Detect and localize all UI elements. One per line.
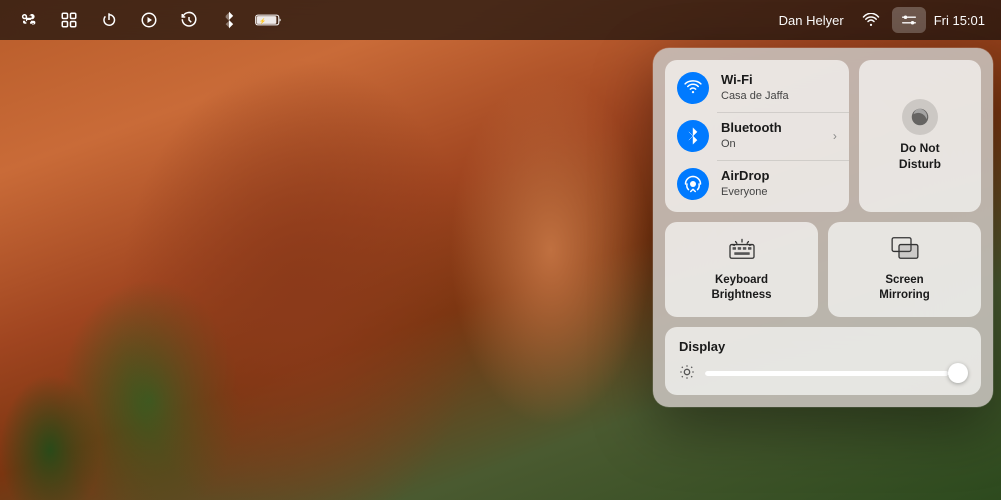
airdrop-subtitle: Everyone (721, 185, 837, 199)
wifi-item[interactable]: Wi-Fi Casa de Jaffa (665, 64, 849, 112)
display-title: Display (679, 339, 967, 354)
connectivity-panel: Wi-Fi Casa de Jaffa Bluetooth On › (665, 60, 849, 212)
airdrop-text: AirDrop Everyone (721, 168, 837, 199)
bluetooth-chevron-icon: › (833, 129, 837, 143)
bluetooth-text: Bluetooth On (721, 120, 821, 151)
menubar: ⚡ Dan Helyer Fri 15:01 (0, 0, 1001, 40)
brightness-thumb (948, 363, 968, 383)
screen-mirroring-label: Screen Mirroring (879, 273, 929, 303)
display-section: Display (665, 327, 981, 395)
cc-top-row: Wi-Fi Casa de Jaffa Bluetooth On › (665, 60, 981, 212)
menubar-time: Fri 15:01 (930, 13, 989, 28)
battery-icon[interactable]: ⚡ (252, 7, 286, 33)
brightness-slider[interactable] (705, 371, 967, 376)
bluetooth-icon-wrap (677, 120, 709, 152)
airdrop-icon-wrap (677, 168, 709, 200)
wifi-icon-wrap (677, 72, 709, 104)
brightness-icon (679, 364, 695, 383)
wifi-menu-icon[interactable] (854, 7, 888, 33)
command-icon[interactable] (12, 7, 46, 33)
do-not-disturb-button[interactable]: Do Not Disturb (859, 60, 981, 212)
brightness-row (679, 364, 967, 383)
wifi-text: Wi-Fi Casa de Jaffa (721, 72, 837, 103)
screen-mirroring-icon (891, 236, 919, 267)
bluetooth-item[interactable]: Bluetooth On › (665, 112, 849, 160)
do-not-disturb-icon (902, 99, 938, 135)
dnd-label: Do Not Disturb (899, 141, 941, 172)
grid-icon[interactable] (52, 7, 86, 33)
bluetooth-subtitle: On (721, 137, 821, 151)
bluetooth-title: Bluetooth (721, 120, 821, 137)
wifi-subtitle: Casa de Jaffa (721, 89, 837, 103)
airdrop-title: AirDrop (721, 168, 837, 185)
screen-mirroring-tile[interactable]: Screen Mirroring (828, 222, 981, 317)
control-center-panel: Wi-Fi Casa de Jaffa Bluetooth On › (653, 48, 993, 407)
menubar-username[interactable]: Dan Helyer (773, 13, 850, 28)
keyboard-brightness-icon (728, 236, 756, 267)
cc-second-row: Keyboard Brightness Screen Mirroring (665, 222, 981, 317)
play-icon[interactable] (132, 7, 166, 33)
wifi-title: Wi-Fi (721, 72, 837, 89)
brightness-track (705, 371, 949, 376)
keyboard-brightness-tile[interactable]: Keyboard Brightness (665, 222, 818, 317)
power-icon[interactable] (92, 7, 126, 33)
keyboard-brightness-label: Keyboard Brightness (711, 273, 771, 303)
menubar-left: ⚡ (12, 7, 773, 33)
bluetooth-menu-icon[interactable] (212, 7, 246, 33)
menubar-right: Dan Helyer Fri 15:01 (773, 7, 989, 33)
history-icon[interactable] (172, 7, 206, 33)
control-center-icon[interactable] (892, 7, 926, 33)
airdrop-item[interactable]: AirDrop Everyone (665, 160, 849, 208)
